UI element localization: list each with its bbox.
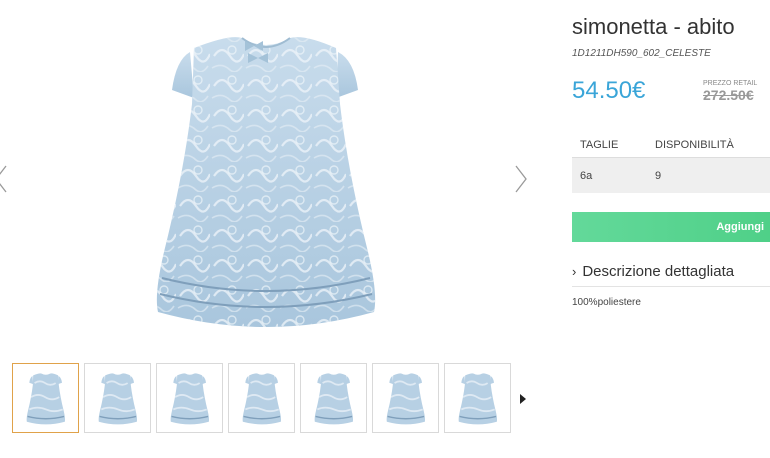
- dress-thumbnail-image: [170, 373, 209, 425]
- chevron-right-icon: ›: [572, 263, 577, 279]
- description-toggle[interactable]: › Descrizione dettagliata: [572, 260, 770, 282]
- dress-thumbnail-image: [242, 373, 281, 425]
- dress-thumbnail-image: [98, 373, 137, 425]
- main-product-image[interactable]: [142, 12, 392, 342]
- dress-image: [156, 37, 376, 327]
- dress-thumbnail-image: [386, 373, 425, 425]
- thumbnail-strip: [12, 363, 511, 434]
- description-toggle-label: Descrizione dettagliata: [582, 262, 735, 280]
- divider: [572, 286, 770, 287]
- dress-thumbnail-image: [314, 373, 353, 425]
- thumbnail[interactable]: [228, 363, 295, 433]
- product-gallery: [0, 0, 545, 355]
- product-title: simonetta - abito: [572, 14, 735, 39]
- product-price: 54.50€: [572, 77, 646, 104]
- dress-thumbnail-image: [26, 373, 65, 425]
- chevron-right-icon: [515, 165, 527, 193]
- size-row[interactable]: 6a 9: [572, 158, 770, 193]
- thumbnail[interactable]: [84, 363, 151, 433]
- sizes-header-availability: DISPONIBILITÀ: [655, 139, 734, 151]
- add-to-cart-button[interactable]: Aggiungi: [572, 212, 770, 242]
- next-image-arrow[interactable]: [514, 164, 528, 194]
- retail-price: 272.50€: [703, 87, 754, 103]
- availability-value: 9: [655, 169, 662, 182]
- prev-image-arrow[interactable]: [0, 164, 8, 194]
- sizes-header-size: TAGLIE: [580, 139, 619, 151]
- sizes-table-header: TAGLIE DISPONIBILITÀ: [572, 133, 770, 158]
- caret-right-icon: [520, 394, 526, 404]
- chevron-left-icon: [0, 165, 7, 193]
- thumbnail[interactable]: [12, 363, 79, 433]
- dress-thumbnail-image: [458, 373, 497, 425]
- thumbnail[interactable]: [300, 363, 367, 433]
- size-value: 6a: [580, 169, 593, 182]
- description-text: 100%poliestere: [572, 297, 641, 308]
- thumbnail[interactable]: [156, 363, 223, 433]
- thumbnail[interactable]: [444, 363, 511, 433]
- retail-price-label: PREZZO RETAIL: [703, 80, 758, 87]
- product-sku: 1D1211DH590_602_CELESTE: [572, 48, 711, 59]
- thumbnail[interactable]: [372, 363, 439, 433]
- sizes-table: TAGLIE DISPONIBILITÀ 6a 9: [572, 133, 770, 193]
- thumbnails-next-button[interactable]: [520, 391, 526, 409]
